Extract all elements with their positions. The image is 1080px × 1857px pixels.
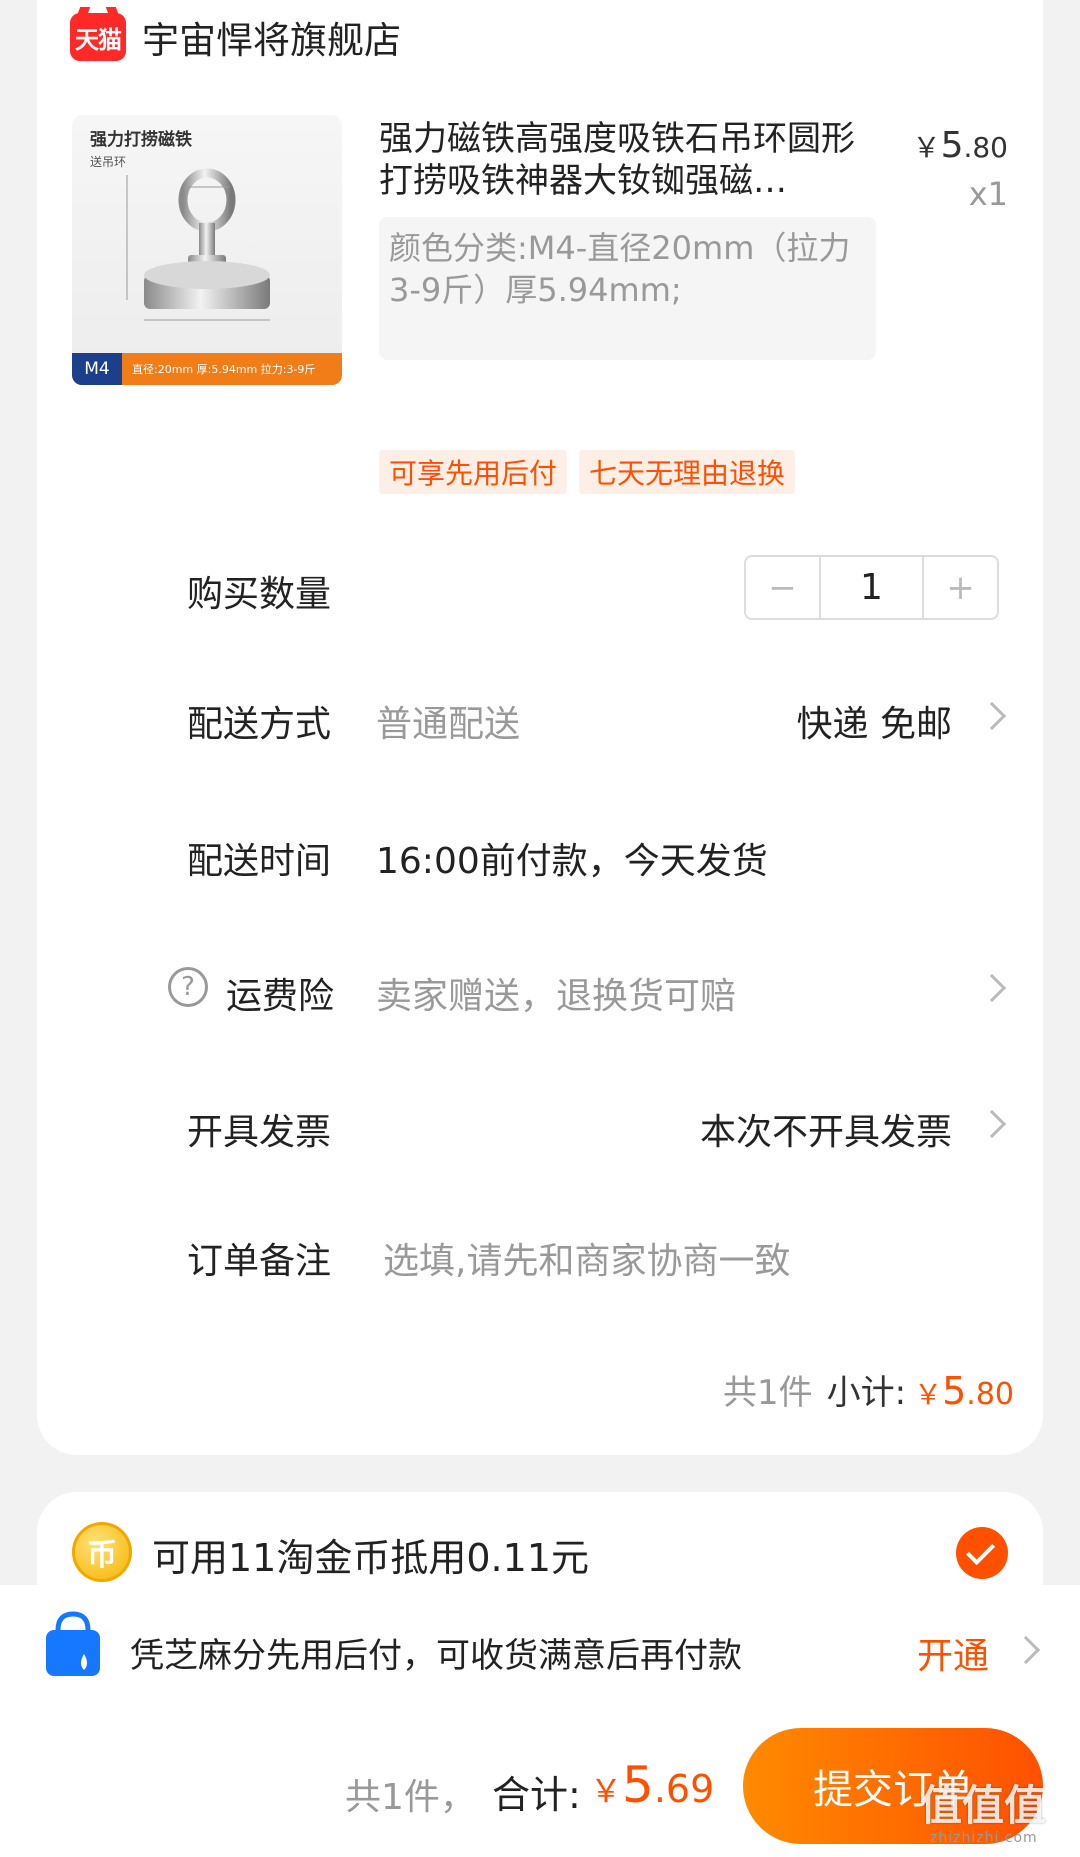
shopping-bag-icon <box>46 1611 100 1676</box>
delivery-method-value: 普通配送 <box>376 704 521 745</box>
quantity-value[interactable]: 1 <box>819 557 924 618</box>
total-symbol: ￥ <box>590 1772 623 1810</box>
delivery-method-label: 配送方式 <box>187 704 332 745</box>
delivery-method-detail: 快递 免邮 <box>796 704 952 745</box>
subtotal-amount: ￥5.80 <box>914 1369 1014 1413</box>
subtotal-decimal: .80 <box>966 1377 1014 1412</box>
coins-text: 可用11淘金币抵用0.11元 <box>152 1536 589 1580</box>
order-note-label: 订单备注 <box>187 1241 332 1282</box>
tmall-logo-icon: 天猫 <box>70 13 126 61</box>
shipping-insurance-label: 运费险 <box>226 976 335 1017</box>
order-note-input[interactable]: 选填,请先和商家协商一致 <box>383 1232 790 1284</box>
product-image-badge: M4 直径:20mm 厚:5.94mm 拉力:3-9斤 <box>72 353 342 385</box>
tag-pay-later: 可享先用后付 <box>379 450 568 494</box>
delivery-time-value: 16:00前付款，今天发货 <box>376 841 768 882</box>
product-model-badge: M4 <box>72 353 122 385</box>
magnet-illustration-icon <box>126 168 270 321</box>
item-quantity: x1 <box>968 175 1008 213</box>
service-tags: 可享先用后付 七天无理由退换 <box>379 450 796 494</box>
delivery-time-label: 配送时间 <box>187 841 332 882</box>
pay-later-open-button[interactable]: 开通 <box>917 1627 989 1679</box>
product-image[interactable]: 强力打捞磁铁 送吊环 M4 直径:20mm 厚:5.94mm 拉力:3-9斤 <box>72 115 342 385</box>
help-icon[interactable]: ? <box>168 967 208 1007</box>
decrement-button[interactable]: − <box>746 557 819 618</box>
subtotal: 共1件 小计: ￥5.80 <box>723 1365 1014 1414</box>
total-label: 合计: <box>492 1773 581 1817</box>
store-header[interactable]: 天猫 宇宙悍将旗舰店 <box>70 10 401 64</box>
product-image-spec-text: 直径:20mm 厚:5.94mm 拉力:3-9斤 <box>132 363 316 376</box>
total-count: 共1件， <box>345 1777 476 1818</box>
subtotal-count: 共1件 <box>722 1373 813 1413</box>
total-amount: ￥ 5.69 <box>590 1756 714 1814</box>
taojinbi-coin-icon: 币 <box>72 1522 132 1582</box>
coins-checkbox[interactable] <box>956 1527 1008 1579</box>
pay-later-text: 凭芝麻分先用后付，可收货满意后再付款 <box>130 1636 742 1676</box>
price-symbol: ￥ <box>912 131 941 164</box>
total-decimal: .69 <box>653 1767 715 1811</box>
tag-seven-day-return: 七天无理由退换 <box>579 450 796 494</box>
invoice-value: 本次不开具发票 <box>699 1112 952 1153</box>
subtotal-label: 小计: <box>826 1373 907 1413</box>
increment-button[interactable]: + <box>924 557 997 618</box>
unit-price: ￥5.80 <box>913 125 1008 166</box>
total-integer: 5 <box>622 1756 654 1814</box>
invoice-label: 开具发票 <box>187 1112 332 1153</box>
store-name[interactable]: 宇宙悍将旗舰店 <box>142 10 401 64</box>
subtotal-integer: 5 <box>942 1369 967 1413</box>
quantity-stepper[interactable]: − 1 + <box>744 555 999 620</box>
quantity-label: 购买数量 <box>187 574 332 615</box>
subtotal-symbol: ￥ <box>914 1378 943 1411</box>
watermark-logo: 值值值 <box>920 1781 1047 1830</box>
shipping-insurance-value: 卖家赠送，退换货可赔 <box>376 976 737 1017</box>
watermark-url: zhizhizhi.com <box>930 1830 1038 1846</box>
price-integer: 5 <box>940 125 964 166</box>
product-title[interactable]: 强力磁铁高强度吸铁石吊环圆形打捞吸铁神器大钕铷强磁… <box>379 118 859 202</box>
product-spec[interactable]: 颜色分类:M4-直径20mm（拉力3-9斤）厚5.94mm; <box>379 217 876 360</box>
price-decimal: .80 <box>963 131 1008 164</box>
